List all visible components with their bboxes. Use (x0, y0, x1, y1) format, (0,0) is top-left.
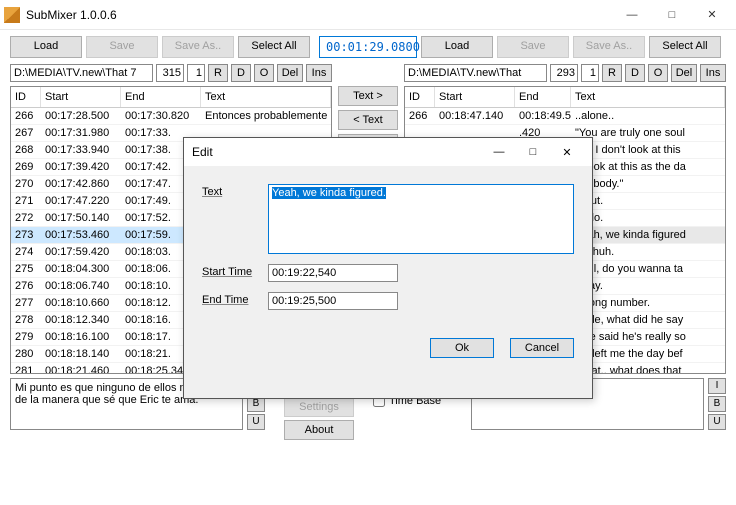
selectall-button-right[interactable]: Select All (649, 36, 721, 58)
load-button-left[interactable]: Load (10, 36, 82, 58)
ins-button-left[interactable]: Ins (306, 64, 332, 82)
dialog-maximize-button[interactable]: □ (516, 140, 550, 164)
path-input-right[interactable]: D:\MEDIA\TV.new\That (404, 64, 547, 82)
count-left[interactable]: 315 (156, 64, 184, 82)
right-table-head: ID Start End Text (405, 87, 725, 108)
col-id-r[interactable]: ID (405, 87, 435, 107)
one-left[interactable]: 1 (187, 64, 205, 82)
right-format-buttons: I B U (708, 378, 726, 440)
col-id[interactable]: ID (11, 87, 41, 107)
col-end[interactable]: End (121, 87, 201, 107)
window-title: SubMixer 1.0.0.6 (26, 8, 117, 22)
one-right[interactable]: 1 (581, 64, 599, 82)
o-button-left[interactable]: O (254, 64, 274, 82)
end-time-input[interactable]: 00:19:25,500 (268, 292, 398, 310)
dialog-titlebar: Edit — □ ✕ (184, 138, 592, 166)
o-button-right[interactable]: O (648, 64, 668, 82)
del-button-left[interactable]: Del (277, 64, 303, 82)
end-time-label: End Time (202, 292, 268, 306)
col-text[interactable]: Text (201, 87, 331, 107)
text-left-button[interactable]: < Text (338, 110, 398, 130)
app-icon (4, 7, 20, 23)
col-start[interactable]: Start (41, 87, 121, 107)
path-row: D:\MEDIA\TV.new\That 7 315 1 R D O Del I… (0, 64, 736, 86)
italic-button-right[interactable]: I (708, 378, 726, 394)
bold-button-right[interactable]: B (708, 396, 726, 412)
ins-button-right[interactable]: Ins (700, 64, 726, 82)
edit-dialog: Edit — □ ✕ Text Yeah, we kinda figured. … (183, 137, 593, 399)
dialog-title: Edit (192, 145, 213, 159)
text-field[interactable]: Yeah, we kinda figured. (268, 184, 574, 254)
toolbar: Load Save Save As.. Select All 00:01:29.… (0, 30, 736, 64)
text-right-button[interactable]: Text > (338, 86, 398, 106)
load-button-right[interactable]: Load (421, 36, 493, 58)
start-time-input[interactable]: 00:19:22,540 (268, 264, 398, 282)
cancel-button[interactable]: Cancel (510, 338, 574, 358)
settings-button: Settings (284, 397, 354, 417)
r-button-right[interactable]: R (602, 64, 622, 82)
dialog-minimize-button[interactable]: — (482, 140, 516, 164)
save-button-left: Save (86, 36, 158, 58)
left-table-head: ID Start End Text (11, 87, 331, 108)
titlebar: SubMixer 1.0.0.6 — □ ✕ (0, 0, 736, 30)
about-button[interactable]: About (284, 420, 354, 440)
selectall-button-left[interactable]: Select All (238, 36, 310, 58)
path-input-left[interactable]: D:\MEDIA\TV.new\That 7 (10, 64, 153, 82)
saveas-button-left: Save As.. (162, 36, 234, 58)
dialog-close-button[interactable]: ✕ (550, 140, 584, 164)
timecode-input[interactable]: 00:01:29.0800 (319, 36, 417, 58)
ok-button[interactable]: Ok (430, 338, 494, 358)
col-end-r[interactable]: End (515, 87, 571, 107)
start-time-label: Start Time (202, 264, 268, 278)
del-button-right[interactable]: Del (671, 64, 697, 82)
d-button-right[interactable]: D (625, 64, 645, 82)
underline-button-left[interactable]: U (247, 414, 265, 430)
d-button-left[interactable]: D (231, 64, 251, 82)
saveas-button-right: Save As.. (573, 36, 645, 58)
col-start-r[interactable]: Start (435, 87, 515, 107)
r-button-left[interactable]: R (208, 64, 228, 82)
maximize-button[interactable]: □ (652, 1, 692, 29)
table-row[interactable]: 26600:18:47.14000:18:49.500..alone.. (405, 108, 725, 125)
col-text-r[interactable]: Text (571, 87, 725, 107)
underline-button-right[interactable]: U (708, 414, 726, 430)
window-controls: — □ ✕ (612, 1, 732, 29)
save-button-right: Save (497, 36, 569, 58)
close-button[interactable]: ✕ (692, 1, 732, 29)
text-label: Text (202, 184, 268, 198)
table-row[interactable]: 26600:17:28.50000:17:30.820Entonces prob… (11, 108, 331, 125)
count-right[interactable]: 293 (550, 64, 578, 82)
minimize-button[interactable]: — (612, 1, 652, 29)
